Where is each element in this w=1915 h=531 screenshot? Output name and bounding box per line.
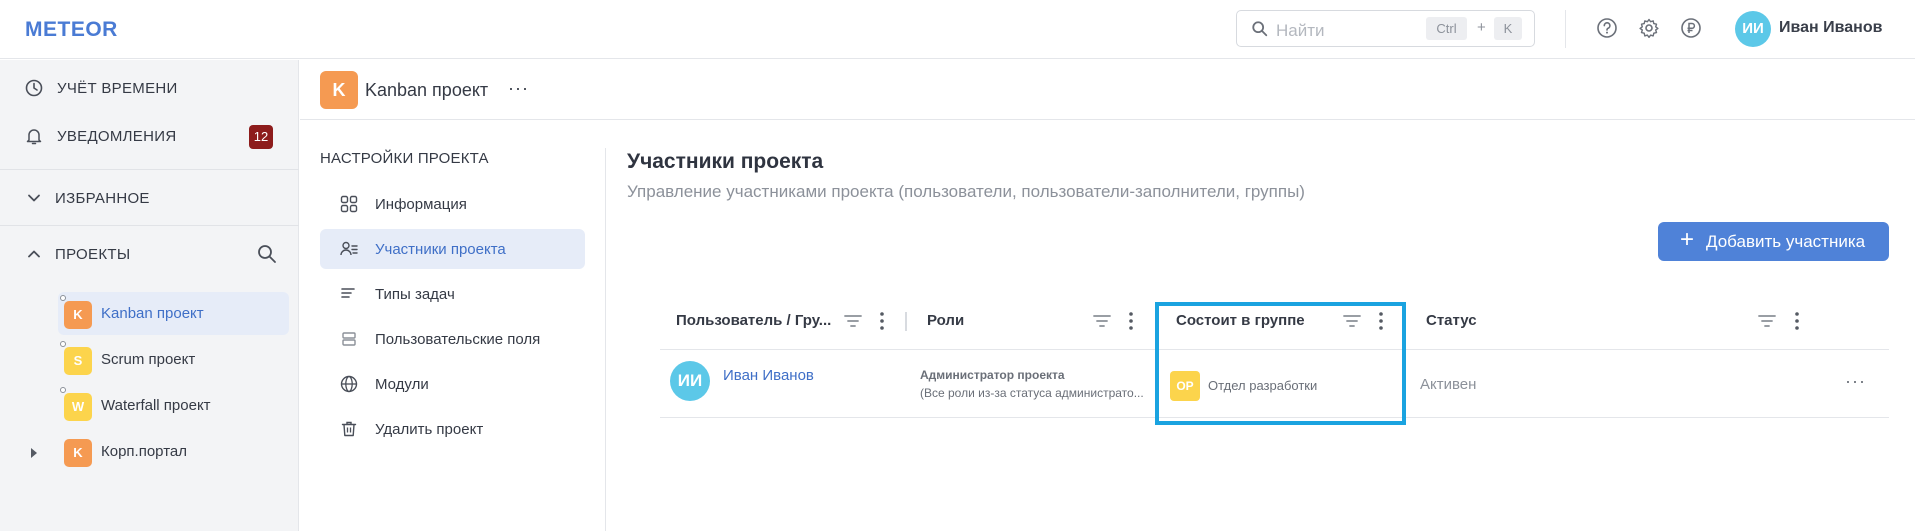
add-member-button[interactable]: + Добавить участника [1658, 222, 1889, 261]
search-placeholder: Найти [1276, 21, 1325, 40]
settings-item-label: Информация [375, 196, 467, 213]
search-icon [1252, 21, 1268, 37]
column-header-user[interactable]: Пользователь / Гру... [676, 312, 831, 329]
shortcut-ctrl: Ctrl [1426, 17, 1467, 40]
column-menu-icon[interactable] [879, 311, 885, 331]
project-item-waterfall[interactable]: W Waterfall проект [58, 384, 289, 427]
notifications-count-badge: 12 [249, 125, 273, 149]
settings-item-label: Модули [375, 376, 429, 393]
settings-title: НАСТРОЙКИ ПРОЕКТА [320, 150, 489, 167]
project-item-kanban[interactable]: K Kanban проект [58, 292, 289, 335]
trash-icon [341, 421, 357, 437]
filter-icon[interactable] [1092, 312, 1112, 330]
bell-icon [26, 129, 42, 145]
search-icon[interactable] [257, 244, 277, 264]
user-avatar[interactable]: ИИ [1735, 11, 1771, 47]
topbar-divider [1565, 10, 1566, 48]
project-dot [60, 387, 66, 393]
settings-item-modules[interactable]: Модули [320, 364, 585, 404]
ruble-icon[interactable] [1680, 17, 1702, 39]
sidebar-section-label: ИЗБРАННОЕ [55, 190, 150, 207]
sidebar-item-label: УЧЁТ ВРЕМЕНИ [57, 80, 178, 97]
clock-icon [25, 79, 43, 97]
sidebar-item-notifications[interactable]: УВЕДОМЛЕНИЯ 12 [0, 116, 299, 156]
column-menu-icon[interactable] [1794, 311, 1800, 331]
search-input[interactable]: Найти Ctrl + K [1236, 10, 1535, 47]
sidebar: УЧЁТ ВРЕМЕНИ УВЕДОМЛЕНИЯ 12 ИЗБРАННОЕ ПР… [0, 60, 299, 531]
settings-item-label: Участники проекта [375, 241, 506, 258]
add-member-label: Добавить участника [1706, 232, 1866, 251]
sidebar-section-favorites[interactable]: ИЗБРАННОЕ [0, 178, 299, 218]
top-bar: METEOR Найти Ctrl + K ИИ Иван Иванов [0, 0, 1915, 59]
chevron-down-icon [28, 194, 40, 202]
member-role: Администратор проекта [920, 368, 1065, 382]
column-resize-handle[interactable] [905, 312, 907, 331]
project-dot [60, 295, 66, 301]
fields-icon [342, 332, 356, 346]
expand-caret-icon[interactable] [31, 448, 37, 458]
settings-item-task-types[interactable]: Типы задач [320, 274, 585, 314]
settings-item-delete-project[interactable]: Удалить проект [320, 409, 585, 449]
row-more-button[interactable]: ··· [1845, 371, 1866, 392]
sidebar-section-label: ПРОЕКТЫ [55, 246, 131, 263]
gear-icon[interactable] [1638, 17, 1660, 39]
project-name: Scrum проект [101, 351, 196, 368]
project-badge: K [64, 301, 92, 329]
project-badge: S [64, 347, 92, 375]
shortcut-plus: + [1477, 19, 1486, 36]
grid-icon [340, 195, 358, 213]
sidebar-section-projects[interactable]: ПРОЕКТЫ [0, 234, 299, 274]
page-subtitle: Управление участниками проекта (пользова… [627, 182, 1305, 201]
page-title: Участники проекта [627, 150, 824, 173]
member-name-link[interactable]: Иван Иванов [723, 367, 814, 384]
plus-icon: + [1680, 226, 1695, 253]
project-name: Waterfall проект [101, 397, 211, 414]
project-title: Kanban проект [365, 80, 489, 100]
settings-item-label: Пользовательские поля [375, 331, 541, 348]
settings-item-label: Типы задач [375, 286, 455, 303]
column-header-status[interactable]: Статус [1426, 312, 1477, 329]
avatar: ИИ [670, 361, 710, 401]
project-item-scrum[interactable]: S Scrum проект [58, 338, 289, 381]
settings-item-custom-fields[interactable]: Пользовательские поля [320, 319, 585, 359]
project-header: K Kanban проект ··· [300, 60, 1915, 120]
project-more-button[interactable]: ··· [508, 78, 529, 99]
project-dot [60, 341, 66, 347]
settings-item-members[interactable]: Участники проекта [320, 229, 585, 269]
column-menu-icon[interactable] [1128, 311, 1134, 331]
project-badge: W [64, 393, 92, 421]
globe-icon [340, 375, 358, 393]
project-name: Kanban проект [101, 305, 204, 322]
status-badge: Активен [1420, 376, 1477, 393]
project-badge: K [320, 71, 358, 109]
list-icon [341, 288, 355, 298]
project-badge: K [64, 439, 92, 467]
chevron-up-icon [28, 250, 40, 258]
sidebar-item-time-tracking[interactable]: УЧЁТ ВРЕМЕНИ [0, 68, 299, 108]
users-icon [340, 241, 358, 256]
app-logo[interactable]: METEOR [25, 18, 118, 42]
filter-icon[interactable] [843, 312, 863, 330]
shortcut-k: K [1494, 17, 1522, 40]
help-icon[interactable] [1596, 17, 1618, 39]
filter-icon[interactable] [1757, 312, 1777, 330]
sidebar-item-label: УВЕДОМЛЕНИЯ [57, 128, 177, 145]
settings-divider [605, 148, 606, 531]
settings-item-label: Удалить проект [375, 421, 484, 438]
project-item-corp-portal[interactable]: K Корп.портал [58, 430, 289, 473]
group-column-highlight [1155, 302, 1406, 425]
sidebar-divider [0, 169, 299, 170]
sidebar-divider [0, 225, 299, 226]
member-role-description: (Все роли из-за статуса администрато... [920, 386, 1144, 400]
project-name: Корп.портал [101, 443, 187, 460]
user-name[interactable]: Иван Иванов [1779, 19, 1882, 37]
column-header-roles[interactable]: Роли [927, 312, 964, 329]
settings-item-info[interactable]: Информация [320, 184, 585, 224]
